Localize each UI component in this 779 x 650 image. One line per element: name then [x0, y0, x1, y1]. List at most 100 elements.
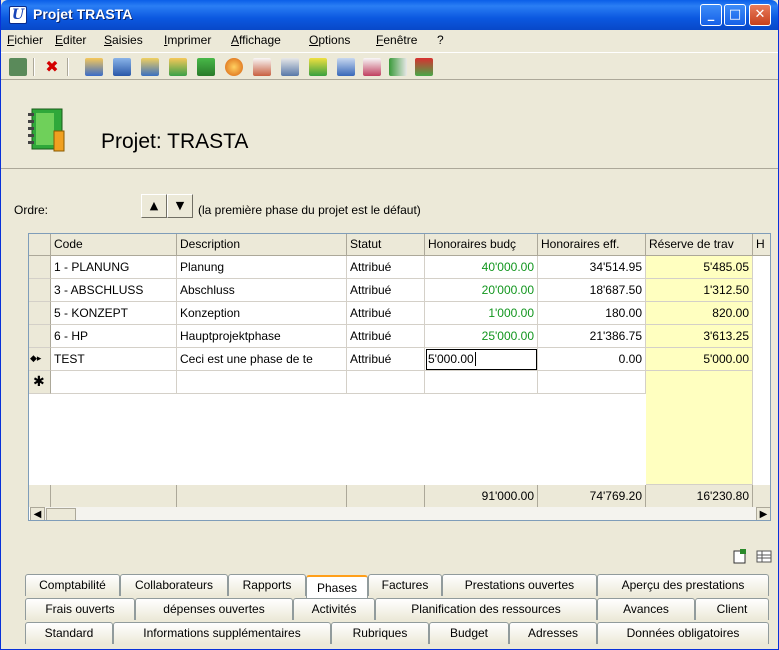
cell-code[interactable]: TEST	[51, 348, 177, 371]
cell-statut[interactable]: Attribué	[347, 348, 425, 371]
col-header-honoraires-eff[interactable]: Honoraires eff.	[538, 234, 646, 256]
arrow-in-icon[interactable]	[389, 58, 407, 76]
current-row-marker[interactable]: ◆▸	[29, 348, 51, 371]
menu-saisies[interactable]: Saisies	[104, 33, 143, 47]
brush-icon[interactable]	[309, 58, 327, 76]
tree-icon[interactable]	[9, 58, 27, 76]
cell-reserve[interactable]: 820.00	[646, 302, 753, 325]
cell-reserve[interactable]: 5'485.05	[646, 256, 753, 279]
cell-code[interactable]: 6 - HP	[51, 325, 177, 348]
cell-description-new[interactable]	[177, 371, 347, 394]
mail-icon[interactable]	[363, 58, 381, 76]
new-row-marker[interactable]: ✱	[29, 371, 51, 394]
cell-description[interactable]: Planung	[177, 256, 347, 279]
cell-code[interactable]: 5 - KONZEPT	[51, 302, 177, 325]
horizontal-scrollbar[interactable]: ◀ ▶	[30, 507, 770, 520]
tab-comptabilite[interactable]: Comptabilité	[25, 574, 120, 596]
cell-honoraires-budget-editing[interactable]: 5'000.00	[425, 348, 538, 371]
col-header-code[interactable]: Code	[51, 234, 177, 256]
scroll-left-button[interactable]: ◀	[30, 507, 45, 520]
cell-description[interactable]: Konzeption	[177, 302, 347, 325]
cell-description[interactable]: Abschluss	[177, 279, 347, 302]
cell-code-new[interactable]	[51, 371, 177, 394]
new-record-icon[interactable]	[732, 548, 748, 564]
move-down-button[interactable]: ▼	[167, 194, 193, 218]
cell-statut-new[interactable]	[347, 371, 425, 394]
tab-planification-ressources[interactable]: Planification des ressources	[375, 598, 597, 620]
row-selector[interactable]	[29, 256, 51, 279]
cell-statut[interactable]: Attribué	[347, 325, 425, 348]
cell-description[interactable]: Hauptprojektphase	[177, 325, 347, 348]
tab-frais-ouverts[interactable]: Frais ouverts	[25, 598, 135, 620]
tab-standard[interactable]: Standard	[25, 622, 113, 644]
row-selector[interactable]	[29, 325, 51, 348]
menu-fichier[interactable]: Fichier	[7, 33, 43, 47]
scroll-thumb[interactable]	[46, 508, 76, 520]
table-view-icon[interactable]	[756, 548, 772, 564]
tab-apercu-prestations[interactable]: Aperçu des prestations	[597, 574, 769, 596]
tab-donnees-obligatoires[interactable]: Données obligatoires	[597, 622, 769, 644]
tab-phases[interactable]: Phases	[306, 575, 368, 600]
tab-adresses[interactable]: Adresses	[509, 622, 597, 644]
tab-factures[interactable]: Factures	[368, 574, 442, 596]
cell-honoraires-eff[interactable]: 21'386.75	[538, 325, 646, 348]
cell-honoraires-budget[interactable]: 20'000.00	[425, 279, 538, 302]
menu-editer[interactable]: Editer	[55, 33, 86, 47]
title-bar[interactable]: U Projet TRASTA _ □ ✕	[1, 0, 778, 30]
cell-honoraires-budget[interactable]: 25'000.00	[425, 325, 538, 348]
clock-icon[interactable]	[225, 58, 243, 76]
cell-honoraires-eff[interactable]: 0.00	[538, 348, 646, 371]
menu-fenetre[interactable]: Fenêtre	[376, 33, 417, 47]
document-icon[interactable]	[281, 58, 299, 76]
tab-collaborateurs[interactable]: Collaborateurs	[120, 574, 228, 596]
person-icon[interactable]	[169, 58, 187, 76]
menu-help[interactable]: ?	[437, 33, 444, 47]
cell-honoraires-eff[interactable]: 18'687.50	[538, 279, 646, 302]
maximize-button[interactable]: □	[724, 4, 746, 26]
col-header-statut[interactable]: Statut	[347, 234, 425, 256]
tab-budget[interactable]: Budget	[429, 622, 509, 644]
cell-honoraires-eff[interactable]: 180.00	[538, 302, 646, 325]
cell-statut[interactable]: Attribué	[347, 256, 425, 279]
card-icon[interactable]	[337, 58, 355, 76]
cell-statut[interactable]: Attribué	[347, 302, 425, 325]
cell-reserve[interactable]: 1'312.50	[646, 279, 753, 302]
cell-honoraires-eff[interactable]: 34'514.95	[538, 256, 646, 279]
move-up-button[interactable]: ▲	[141, 194, 167, 218]
tab-prestations-ouvertes[interactable]: Prestations ouvertes	[442, 574, 597, 596]
cell-budget-new[interactable]	[425, 371, 538, 394]
tab-depenses-ouvertes[interactable]: dépenses ouvertes	[135, 598, 293, 620]
cell-code[interactable]: 3 - ABSCHLUSS	[51, 279, 177, 302]
col-header-h[interactable]: H	[753, 234, 770, 256]
row-selector[interactable]	[29, 279, 51, 302]
col-header-description[interactable]: Description	[177, 234, 347, 256]
notepad-icon[interactable]	[253, 58, 271, 76]
cell-honoraires-budget[interactable]: 1'000.00	[425, 302, 538, 325]
tab-informations-supplementaires[interactable]: Informations supplémentaires	[113, 622, 331, 644]
cell-code[interactable]: 1 - PLANUNG	[51, 256, 177, 279]
cell-eff-new[interactable]	[538, 371, 646, 394]
row-selector[interactable]	[29, 302, 51, 325]
tab-activites[interactable]: Activités	[293, 598, 375, 620]
cell-reserve[interactable]: 5'000.00	[646, 348, 753, 371]
menu-affichage[interactable]: Affichage	[231, 33, 281, 47]
tab-rubriques[interactable]: Rubriques	[331, 622, 429, 644]
scroll-right-button[interactable]: ▶	[756, 507, 770, 520]
tab-avances[interactable]: Avances	[597, 598, 695, 620]
tab-client[interactable]: Client	[695, 598, 769, 620]
col-header-reserve[interactable]: Réserve de trav	[646, 234, 753, 256]
person-icon[interactable]	[85, 58, 103, 76]
building-icon[interactable]	[113, 58, 131, 76]
buildings-icon[interactable]	[141, 58, 159, 76]
export-icon[interactable]	[415, 58, 433, 76]
close-button[interactable]: ✕	[749, 4, 771, 26]
tab-rapports[interactable]: Rapports	[228, 574, 306, 596]
cell-honoraires-budget[interactable]: 40'000.00	[425, 256, 538, 279]
minimize-button[interactable]: _	[700, 4, 722, 26]
menu-options[interactable]: Options	[309, 33, 350, 47]
delete-icon[interactable]: ✖	[43, 58, 61, 76]
cell-description[interactable]: Ceci est une phase de te	[177, 348, 347, 371]
cell-statut[interactable]: Attribué	[347, 279, 425, 302]
menu-imprimer[interactable]: Imprimer	[164, 33, 211, 47]
cell-reserve[interactable]: 3'613.25	[646, 325, 753, 348]
